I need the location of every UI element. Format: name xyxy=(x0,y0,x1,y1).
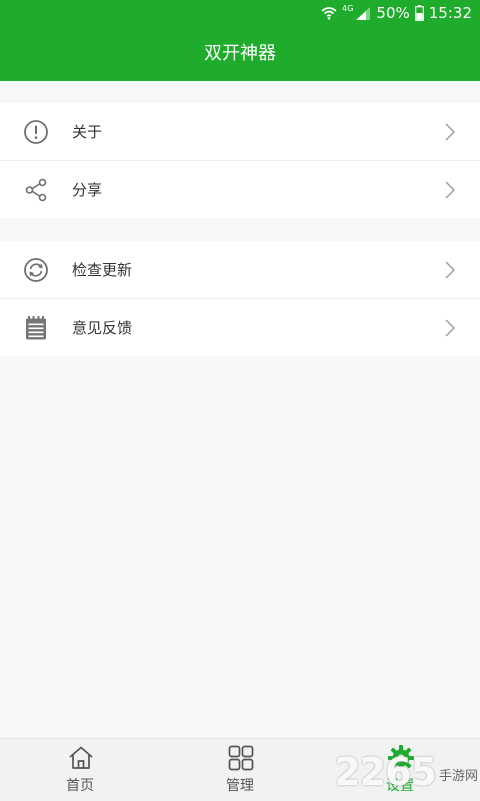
refresh-icon xyxy=(23,257,49,283)
network-type: 4G xyxy=(342,4,354,13)
wifi-icon xyxy=(321,6,337,20)
info-circle-icon xyxy=(23,119,49,145)
notepad-icon xyxy=(23,315,49,341)
home-icon xyxy=(67,744,95,772)
menu-group-about-share: 关于 分享 xyxy=(0,103,480,218)
tab-manage[interactable]: 管理 xyxy=(180,739,300,801)
menu-item-check-update[interactable]: 检查更新 xyxy=(0,241,480,298)
tab-settings[interactable]: 设置 xyxy=(340,739,460,801)
tab-label: 设置 xyxy=(386,778,414,794)
menu-group-update-feedback: 检查更新 意见反馈 xyxy=(0,241,480,356)
grid-icon xyxy=(227,744,255,772)
battery-icon xyxy=(414,5,424,21)
chevron-right-icon xyxy=(444,181,456,199)
menu-item-feedback[interactable]: 意见反馈 xyxy=(0,298,480,356)
menu-item-label: 分享 xyxy=(72,181,103,199)
menu-item-share[interactable]: 分享 xyxy=(0,160,480,218)
gear-icon xyxy=(387,744,415,772)
bottom-tab-bar: 首页 管理 设置 xyxy=(0,738,480,801)
tab-label: 管理 xyxy=(226,778,254,794)
menu-item-label: 检查更新 xyxy=(72,261,133,279)
menu-item-label: 意见反馈 xyxy=(72,319,133,337)
clock: 15:32 xyxy=(428,4,472,22)
tab-home[interactable]: 首页 xyxy=(20,739,140,801)
menu-item-about[interactable]: 关于 xyxy=(0,103,480,160)
status-bar: 4G 50% 15:32 xyxy=(0,0,480,26)
app-title-bar: 双开神器 xyxy=(0,26,480,81)
battery-percent: 50% xyxy=(376,4,410,22)
chevron-right-icon xyxy=(444,123,456,141)
chevron-right-icon xyxy=(444,319,456,337)
tab-label: 首页 xyxy=(66,778,94,794)
status-icons: 4G 50% 15:32 xyxy=(321,3,472,23)
share-icon xyxy=(23,177,49,203)
signal-icon xyxy=(355,6,371,21)
chevron-right-icon xyxy=(444,261,456,279)
page-title: 双开神器 xyxy=(204,43,276,64)
menu-item-label: 关于 xyxy=(72,123,103,141)
